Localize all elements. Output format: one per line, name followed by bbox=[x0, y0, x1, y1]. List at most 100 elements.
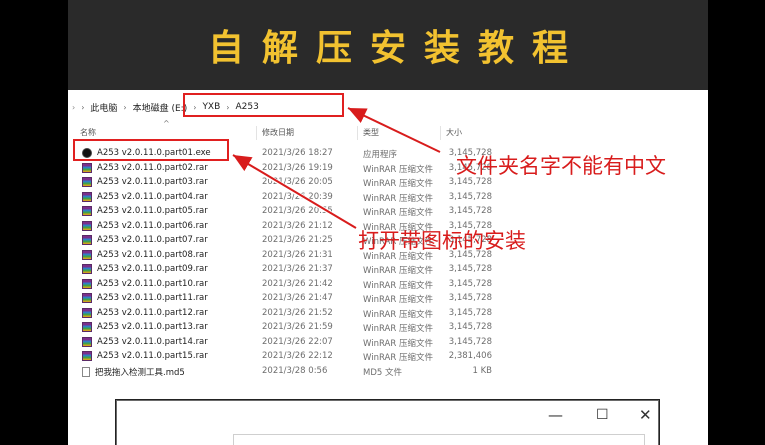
rar-icon bbox=[82, 177, 92, 187]
file-name-cell[interactable]: A253 v2.0.11.0.part12.rar bbox=[82, 307, 208, 318]
rar-icon bbox=[82, 336, 92, 347]
file-date: 2021/3/26 21:47 bbox=[262, 293, 333, 303]
file-name: A253 v2.0.11.0.part05.rar bbox=[97, 206, 208, 216]
rar-icon bbox=[82, 293, 92, 303]
close-icon[interactable]: ✕ bbox=[639, 406, 652, 424]
column-header-size[interactable]: 大小 bbox=[446, 127, 462, 138]
file-row[interactable]: A253 v2.0.11.0.part14.rar 2021/3/26 22:07… bbox=[68, 335, 708, 350]
file-date: 2021/3/26 20:05 bbox=[262, 177, 333, 187]
file-type: WinRAR 压缩文件 bbox=[363, 193, 433, 204]
rar-icon bbox=[82, 322, 92, 332]
file-name-cell[interactable]: A253 v2.0.11.0.part07.rar bbox=[82, 235, 208, 245]
dialog-titlebar[interactable]: — ☐ ✕ bbox=[117, 401, 658, 429]
column-headers: 名称 修改日期 类型 大小 bbox=[68, 126, 708, 140]
file-size: 2,381,406 bbox=[448, 351, 492, 361]
chevron-right-icon: › bbox=[123, 102, 127, 112]
column-header-name[interactable]: 名称 bbox=[80, 127, 96, 138]
crumb-back-arrow-icon[interactable]: › bbox=[72, 103, 75, 112]
rar-icon bbox=[82, 235, 92, 245]
rar-icon bbox=[82, 351, 92, 361]
file-size: 1 KB bbox=[472, 365, 492, 376]
rar-icon bbox=[82, 264, 92, 274]
file-row[interactable]: A253 v2.0.11.0.part13.rar 2021/3/26 21:59… bbox=[68, 320, 708, 335]
file-list: A253 v2.0.11.0.part01.exe 2021/3/26 18:27… bbox=[68, 146, 708, 378]
column-header-type[interactable]: 类型 bbox=[363, 127, 379, 138]
file-name: A253 v2.0.11.0.part07.rar bbox=[97, 235, 208, 245]
file-row[interactable]: A253 v2.0.11.0.part04.rar 2021/3/26 20:39… bbox=[68, 190, 708, 205]
file-name: A253 v2.0.11.0.part15.rar bbox=[97, 351, 208, 361]
file-date: 2021/3/26 21:52 bbox=[262, 307, 333, 318]
file-type: WinRAR 压缩文件 bbox=[363, 324, 433, 334]
file-row[interactable]: A253 v2.0.11.0.part05.rar 2021/3/26 20:55… bbox=[68, 204, 708, 219]
file-type: WinRAR 压缩文件 bbox=[363, 164, 433, 175]
file-date: 2021/3/26 22:12 bbox=[262, 351, 333, 361]
file-type: WinRAR 压缩文件 bbox=[363, 179, 433, 189]
file-name-cell[interactable]: A253 v2.0.11.0.part03.rar bbox=[82, 177, 208, 187]
file-name-cell[interactable]: A253 v2.0.11.0.part14.rar bbox=[82, 336, 208, 347]
file-row[interactable]: A253 v2.0.11.0.part15.rar 2021/3/26 22:12… bbox=[68, 349, 708, 364]
file-name-cell[interactable]: 把我拖入检测工具.md5 bbox=[82, 366, 185, 378]
file-name-cell[interactable]: A253 v2.0.11.0.part02.rar bbox=[82, 162, 208, 173]
minimize-icon[interactable]: — bbox=[548, 406, 563, 424]
rar-icon bbox=[82, 307, 92, 318]
file-name-cell[interactable]: A253 v2.0.11.0.part13.rar bbox=[82, 322, 208, 332]
file-date: 2021/3/26 21:25 bbox=[262, 235, 333, 245]
file-size: 3,145,728 bbox=[448, 278, 492, 289]
column-header-date[interactable]: 修改日期 bbox=[262, 127, 294, 138]
file-name-cell[interactable]: A253 v2.0.11.0.part15.rar bbox=[82, 351, 208, 361]
file-type: WinRAR 压缩文件 bbox=[363, 266, 433, 276]
file-date: 2021/3/26 21:59 bbox=[262, 322, 333, 332]
chevron-right-icon: › bbox=[81, 102, 85, 112]
file-name: A253 v2.0.11.0.part03.rar bbox=[97, 177, 208, 187]
tutorial-banner: 自解压安装教程 bbox=[68, 0, 708, 90]
breadcrumb-item-local-disk[interactable]: 本地磁盘 (E:) bbox=[133, 101, 188, 114]
file-name-cell[interactable]: A253 v2.0.11.0.part11.rar bbox=[82, 293, 208, 303]
file-date: 2021/3/26 20:55 bbox=[262, 206, 333, 216]
file-name: A253 v2.0.11.0.part14.rar bbox=[97, 336, 208, 347]
file-type: WinRAR 压缩文件 bbox=[363, 353, 433, 363]
file-name: A253 v2.0.11.0.part10.rar bbox=[97, 278, 208, 289]
file-name: A253 v2.0.11.0.part12.rar bbox=[97, 307, 208, 318]
column-divider[interactable] bbox=[357, 126, 358, 140]
file-name-cell[interactable]: A253 v2.0.11.0.part04.rar bbox=[82, 191, 208, 202]
rar-icon bbox=[82, 249, 92, 260]
exe-file-highlight bbox=[73, 139, 229, 161]
column-divider[interactable] bbox=[256, 126, 257, 140]
file-name-cell[interactable]: A253 v2.0.11.0.part06.rar bbox=[82, 220, 208, 231]
file-name-cell[interactable]: A253 v2.0.11.0.part05.rar bbox=[82, 206, 208, 216]
setup-dialog: — ☐ ✕ bbox=[116, 400, 659, 445]
file-date: 2021/3/26 20:39 bbox=[262, 191, 333, 202]
file-row[interactable]: A253 v2.0.11.0.part09.rar 2021/3/26 21:37… bbox=[68, 262, 708, 277]
dialog-path-field[interactable] bbox=[233, 434, 645, 445]
file-size: 3,145,728 bbox=[448, 307, 492, 318]
file-name: A253 v2.0.11.0.part06.rar bbox=[97, 220, 208, 231]
file-date: 2021/3/26 21:31 bbox=[262, 249, 333, 260]
maximize-icon[interactable]: ☐ bbox=[596, 406, 609, 424]
file-name-cell[interactable]: A253 v2.0.11.0.part10.rar bbox=[82, 278, 208, 289]
file-row[interactable]: A253 v2.0.11.0.part10.rar 2021/3/26 21:42… bbox=[68, 277, 708, 292]
file-name-cell[interactable]: A253 v2.0.11.0.part08.rar bbox=[82, 249, 208, 260]
rar-icon bbox=[82, 278, 92, 289]
folder-path-highlight bbox=[183, 93, 344, 117]
file-row[interactable]: 把我拖入检测工具.md5 2021/3/28 0:56 MD5 文件 1 KB bbox=[68, 364, 708, 379]
file-size: 3,145,728 bbox=[448, 336, 492, 347]
file-row[interactable]: A253 v2.0.11.0.part11.rar 2021/3/26 21:47… bbox=[68, 291, 708, 306]
file-date: 2021/3/26 21:12 bbox=[262, 220, 333, 231]
file-type: WinRAR 压缩文件 bbox=[363, 280, 433, 291]
file-type: WinRAR 压缩文件 bbox=[363, 309, 433, 320]
file-size: 3,145,728 bbox=[448, 293, 492, 303]
file-name: A253 v2.0.11.0.part09.rar bbox=[97, 264, 208, 274]
file-type: WinRAR 压缩文件 bbox=[363, 295, 433, 305]
md5-icon bbox=[82, 366, 90, 377]
file-name: A253 v2.0.11.0.part08.rar bbox=[97, 249, 208, 260]
file-name: A253 v2.0.11.0.part04.rar bbox=[97, 191, 208, 202]
rar-icon bbox=[82, 220, 92, 231]
breadcrumb-item-this-pc[interactable]: 此电脑 bbox=[90, 101, 117, 114]
file-row[interactable]: A253 v2.0.11.0.part12.rar 2021/3/26 21:52… bbox=[68, 306, 708, 321]
annotation-folder-name: 文件夹名字不能有中文 bbox=[456, 154, 666, 178]
file-date: 2021/3/26 21:42 bbox=[262, 278, 333, 289]
file-name-cell[interactable]: A253 v2.0.11.0.part09.rar bbox=[82, 264, 208, 274]
column-divider[interactable] bbox=[440, 126, 441, 140]
file-name: A253 v2.0.11.0.part02.rar bbox=[97, 162, 208, 173]
banner-title: 自解压安装教程 bbox=[207, 28, 586, 69]
